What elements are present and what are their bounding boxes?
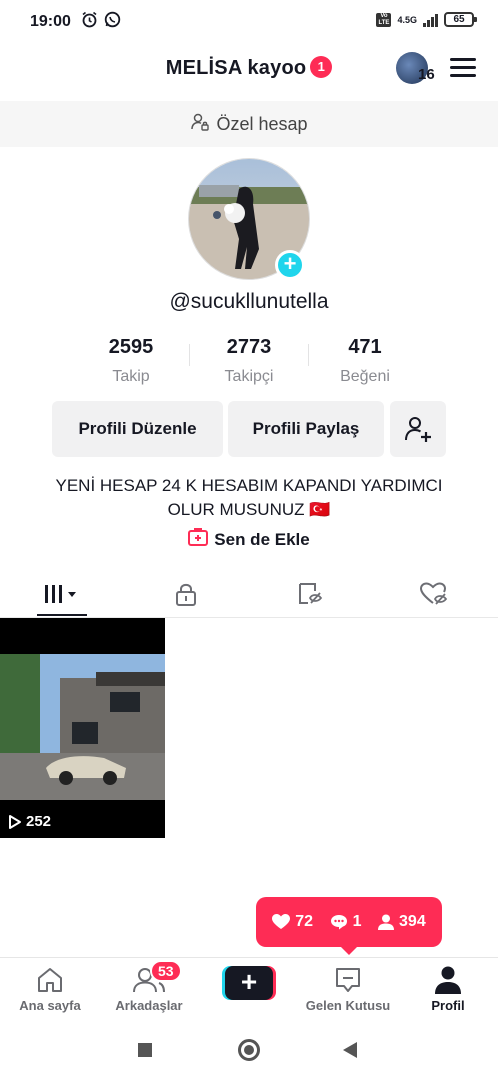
account-name: MELİSA kayoo bbox=[165, 57, 307, 79]
nav-profile-label: Profil bbox=[431, 998, 465, 1013]
back-button[interactable] bbox=[343, 1042, 357, 1058]
add-friends-button[interactable] bbox=[390, 401, 446, 457]
video-views: 252 bbox=[8, 813, 51, 830]
add-link-label: Sen de Ekle bbox=[214, 529, 310, 549]
story-count: 16 bbox=[418, 66, 435, 83]
tagged-icon bbox=[299, 583, 323, 604]
tab-videos[interactable] bbox=[0, 570, 124, 618]
likes-count: 471 bbox=[348, 336, 382, 358]
menu-icon[interactable] bbox=[450, 58, 476, 78]
nav-inbox-label: Gelen Kutusu bbox=[305, 998, 391, 1013]
network-type: 4.5G bbox=[397, 14, 417, 25]
profile-username: @sucukllunutella bbox=[169, 290, 329, 313]
tab-liked[interactable] bbox=[372, 570, 496, 618]
private-account-label: Özel hesap bbox=[216, 113, 308, 134]
content-tabs bbox=[0, 570, 498, 618]
system-navigation bbox=[0, 1021, 498, 1080]
person-icon bbox=[378, 914, 395, 930]
notification-badge: 1 bbox=[310, 56, 333, 78]
stat-divider bbox=[308, 344, 309, 366]
notif-comments: 1 bbox=[330, 913, 362, 931]
nav-friends[interactable]: Arkadaşlar bbox=[99, 964, 199, 1013]
comment-icon bbox=[330, 915, 347, 930]
add-link-icon bbox=[188, 528, 209, 551]
heart-icon bbox=[272, 914, 291, 929]
home-button[interactable] bbox=[238, 1039, 260, 1061]
battery-icon: 65 bbox=[444, 12, 477, 27]
stat-followers[interactable]: 2773 Takipçi bbox=[199, 336, 299, 386]
grid-icon bbox=[45, 585, 76, 603]
nav-profile[interactable]: Profil bbox=[398, 964, 498, 1013]
nav-home[interactable]: Ana sayfa bbox=[0, 964, 100, 1013]
stat-following[interactable]: 2595 Takip bbox=[81, 336, 181, 386]
stat-likes[interactable]: 471 Beğeni bbox=[315, 336, 415, 386]
edit-profile-button[interactable]: Profili Düzenle bbox=[52, 401, 223, 457]
tab-private[interactable] bbox=[124, 570, 248, 618]
video-views-count: 252 bbox=[26, 813, 52, 830]
likes-label: Beğeni bbox=[340, 368, 390, 385]
profile-icon bbox=[435, 966, 461, 994]
followers-label: Takipçi bbox=[224, 368, 274, 385]
play-icon bbox=[9, 814, 21, 829]
share-profile-button[interactable]: Profili Paylaş bbox=[228, 401, 384, 457]
add-user-icon bbox=[405, 417, 431, 442]
activity-notification[interactable]: 72 1 394 bbox=[256, 897, 442, 955]
recent-apps-button[interactable] bbox=[138, 1043, 152, 1057]
nav-inbox[interactable]: Gelen Kutusu bbox=[298, 964, 398, 1013]
notif-comments-count: 1 bbox=[352, 913, 362, 930]
following-count: 2595 bbox=[108, 336, 154, 358]
stat-divider bbox=[189, 344, 190, 366]
profile-header: MELİSA kayoo 1 16 bbox=[0, 44, 498, 100]
status-time: 19:00 bbox=[30, 13, 71, 30]
active-tab-indicator bbox=[37, 614, 87, 616]
status-indicators: Vo LTE 4.5G 65 bbox=[376, 12, 477, 27]
tab-tagged[interactable] bbox=[248, 570, 372, 618]
plus-icon: + bbox=[225, 966, 273, 1000]
video-thumbnail[interactable]: 252 bbox=[0, 618, 165, 838]
add-story-button[interactable]: + bbox=[275, 250, 305, 280]
private-account-banner: Özel hesap bbox=[0, 101, 498, 147]
following-label: Takip bbox=[112, 368, 150, 385]
notif-likes: 72 bbox=[272, 913, 313, 931]
alarm-icon bbox=[81, 11, 98, 33]
notif-followers-count: 394 bbox=[399, 913, 426, 930]
whatsapp-icon bbox=[104, 11, 121, 33]
signal-icon bbox=[423, 13, 438, 27]
nav-home-label: Ana sayfa bbox=[19, 998, 81, 1013]
nav-friends-label: Arkadaşlar bbox=[115, 998, 183, 1013]
add-link-button[interactable]: Sen de Ekle bbox=[0, 528, 498, 551]
liked-icon bbox=[420, 582, 448, 605]
friends-badge: 53 bbox=[150, 960, 182, 982]
followers-count: 2773 bbox=[226, 336, 272, 358]
lock-icon bbox=[176, 583, 196, 606]
profile-bio: YENİ HESAP 24 K HESABIM KAPANDI YARDIMCI… bbox=[55, 476, 443, 519]
notif-likes-count: 72 bbox=[295, 913, 314, 930]
volte-icon: Vo LTE bbox=[376, 12, 392, 27]
create-button[interactable]: + bbox=[222, 966, 276, 1000]
home-icon bbox=[38, 968, 62, 992]
notif-followers: 394 bbox=[378, 913, 426, 931]
bottom-navigation: Ana sayfa Arkadaşlar 53 + Gelen Kutusu P… bbox=[0, 957, 498, 1021]
private-account-icon bbox=[190, 112, 210, 137]
inbox-icon bbox=[336, 968, 360, 992]
